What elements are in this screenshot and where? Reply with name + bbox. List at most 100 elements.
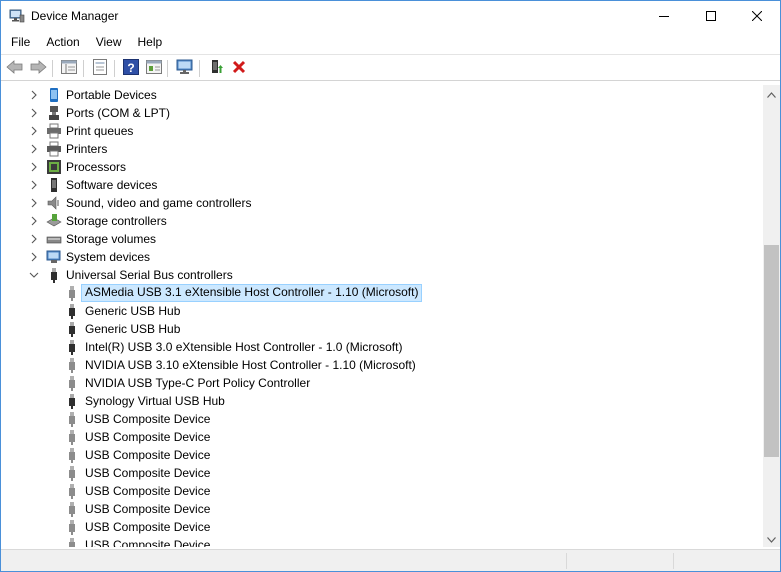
chevron-down-icon[interactable] [29, 269, 39, 281]
tree-device[interactable]: USB Composite Device [1, 518, 763, 536]
help-icon: ? [123, 58, 139, 78]
toolbar: ? [1, 54, 780, 81]
usb-icon [46, 267, 62, 283]
tree-device[interactable]: USB Composite Device [1, 428, 763, 446]
status-bar [1, 549, 780, 571]
tree-device[interactable]: USB Composite Device [1, 536, 763, 547]
tree-device[interactable]: NVIDIA USB 3.10 eXtensible Host Controll… [1, 356, 763, 374]
tree-device[interactable]: USB Composite Device [1, 482, 763, 500]
tree-device[interactable]: Synology Virtual USB Hub [1, 392, 763, 410]
tree-category[interactable]: Storage controllers [1, 212, 763, 230]
tree-category[interactable]: System devices [1, 248, 763, 266]
tree-item-label: USB Composite Device [85, 430, 211, 444]
tree-item-label: Universal Serial Bus controllers [66, 268, 233, 282]
device-tree[interactable]: Portable Devices Ports (COM & LPT) Print q… [1, 85, 763, 547]
usb-plug-icon [64, 429, 80, 445]
tree-category[interactable]: Processors [1, 158, 763, 176]
help-button[interactable]: ? [121, 58, 141, 78]
tree-item-label: Software devices [66, 178, 158, 192]
tree-category[interactable]: Portable Devices [1, 86, 763, 104]
forward-arrow-icon [29, 59, 47, 77]
tree-item-label: USB Composite Device [85, 520, 211, 534]
chevron-right-icon[interactable] [29, 179, 39, 191]
usb-plug-icon [64, 303, 80, 319]
usb-plug-icon [64, 357, 80, 373]
usb-plug-icon [64, 519, 80, 535]
device-view-button[interactable] [59, 58, 79, 78]
tree-item-label: NVIDIA USB Type-C Port Policy Controller [85, 376, 311, 390]
tree-category[interactable]: Printers [1, 140, 763, 158]
tree-item-label: NVIDIA USB 3.10 eXtensible Host Controll… [85, 358, 416, 372]
update-driver-button[interactable] [144, 58, 164, 78]
menu-help[interactable]: Help [130, 32, 171, 53]
tree-item-label: Ports (COM & LPT) [66, 106, 171, 120]
chevron-right-icon[interactable] [29, 251, 39, 263]
tree-device[interactable]: USB Composite Device [1, 500, 763, 518]
tree-device[interactable]: ASMedia USB 3.1 eXtensible Host Controll… [1, 284, 763, 302]
maximize-button[interactable] [688, 1, 734, 32]
tree-item-label: Generic USB Hub [85, 322, 181, 336]
update-driver-icon [146, 59, 162, 77]
menu-view[interactable]: View [88, 32, 130, 53]
usb-plug-icon [64, 393, 80, 409]
tree-category[interactable]: Universal Serial Bus controllers [1, 266, 763, 284]
tree-category[interactable]: Ports (COM & LPT) [1, 104, 763, 122]
usb-plug-icon [64, 483, 80, 499]
scan-hardware-button[interactable] [175, 58, 195, 78]
uninstall-device-button[interactable] [229, 58, 249, 78]
printer-icon [46, 141, 62, 157]
tree-category[interactable]: Sound, video and game controllers [1, 194, 763, 212]
toolbar-separator [83, 60, 84, 77]
usb-plug-icon [64, 321, 80, 337]
status-panel [566, 553, 567, 569]
menu-file[interactable]: File [1, 32, 38, 53]
toolbar-separator [199, 60, 200, 77]
chevron-right-icon[interactable] [29, 215, 39, 227]
forward-button[interactable] [28, 58, 48, 78]
print-queue-icon [46, 123, 62, 139]
properties-button[interactable] [90, 58, 110, 78]
tree-category[interactable]: Storage volumes [1, 230, 763, 248]
close-button[interactable] [734, 1, 780, 32]
tree-device[interactable]: USB Composite Device [1, 464, 763, 482]
minimize-button[interactable] [641, 1, 687, 32]
chevron-up-icon [767, 87, 776, 101]
tree-item-label: Sound, video and game controllers [66, 196, 252, 210]
back-button[interactable] [5, 58, 25, 78]
chevron-right-icon[interactable] [29, 125, 39, 137]
tree-device[interactable]: Generic USB Hub [1, 320, 763, 338]
tree-item-label: USB Composite Device [85, 412, 211, 426]
chevron-right-icon[interactable] [29, 197, 39, 209]
software-device-icon [46, 177, 62, 193]
chevron-down-icon [767, 532, 776, 546]
speaker-icon [46, 195, 62, 211]
enable-device-button[interactable] [206, 58, 226, 78]
scroll-down-button[interactable] [763, 530, 780, 547]
tree-item-label: USB Composite Device [85, 538, 211, 547]
chevron-right-icon[interactable] [29, 161, 39, 173]
tree-category[interactable]: Software devices [1, 176, 763, 194]
tree-device[interactable]: Generic USB Hub [1, 302, 763, 320]
chevron-right-icon[interactable] [29, 143, 39, 155]
tree-item-label: ASMedia USB 3.1 eXtensible Host Controll… [81, 284, 423, 302]
port-icon [46, 105, 62, 121]
tree-item-label: Portable Devices [66, 88, 157, 102]
tree-item-label: Intel(R) USB 3.0 eXtensible Host Control… [85, 340, 403, 354]
tree-device[interactable]: NVIDIA USB Type-C Port Policy Controller [1, 374, 763, 392]
tree-item-label: USB Composite Device [85, 466, 211, 480]
vertical-scrollbar[interactable] [763, 85, 780, 547]
chevron-right-icon[interactable] [29, 89, 39, 101]
chevron-right-icon[interactable] [29, 107, 39, 119]
tree-device[interactable]: Intel(R) USB 3.0 eXtensible Host Control… [1, 338, 763, 356]
tree-item-label: System devices [66, 250, 151, 264]
chevron-right-icon[interactable] [29, 233, 39, 245]
scroll-thumb[interactable] [764, 245, 779, 457]
title-bar[interactable]: Device Manager [1, 1, 780, 32]
tree-category[interactable]: Print queues [1, 122, 763, 140]
tree-device[interactable]: USB Composite Device [1, 446, 763, 464]
tree-item-label: Generic USB Hub [85, 304, 181, 318]
tree-item-label: Print queues [66, 124, 134, 138]
menu-action[interactable]: Action [38, 32, 87, 53]
tree-device[interactable]: USB Composite Device [1, 410, 763, 428]
scroll-up-button[interactable] [763, 85, 780, 102]
